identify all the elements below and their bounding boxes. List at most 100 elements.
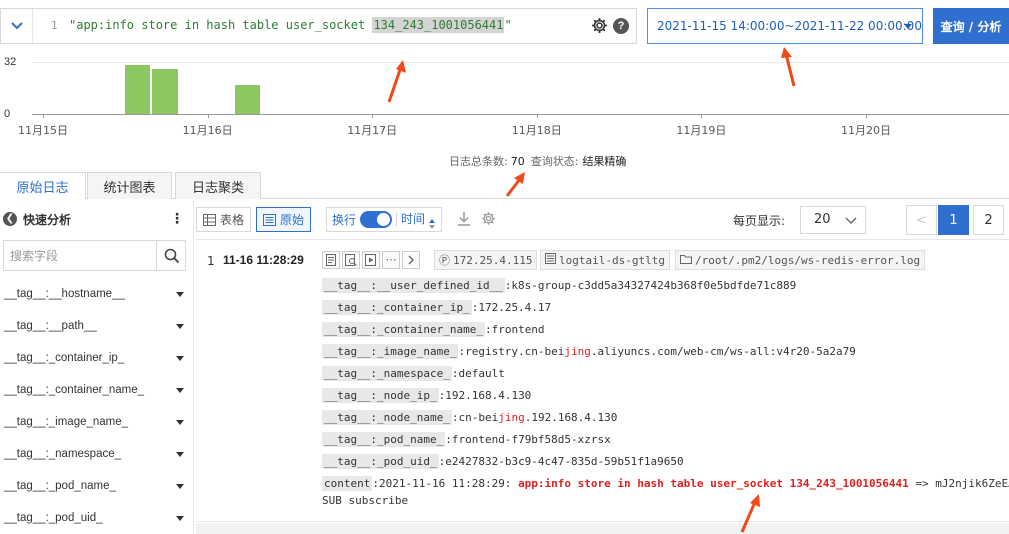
content-key[interactable]: content (322, 476, 373, 491)
field-name: __tag__:__path__ (4, 320, 97, 332)
field-list-item[interactable]: __tag__:_container_name_ (0, 374, 194, 406)
field-name: __tag__:__hostname__ (4, 288, 125, 300)
sort-time-button[interactable]: 时间 (401, 210, 436, 229)
chevron-right-icon[interactable] (402, 251, 420, 269)
time-range-picker[interactable]: 2021-11-15 14:00:00~2021-11-22 00:00:00 (647, 8, 923, 44)
field-key[interactable]: __tag__:_image_name_ (322, 344, 459, 359)
value-part: :registry.cn-bei (458, 345, 565, 358)
value-highlight: jing (564, 345, 591, 358)
expand-editor-button[interactable] (1, 9, 33, 43)
value-highlight: jing (498, 411, 525, 424)
caret-down-icon[interactable] (176, 388, 184, 393)
field-value[interactable]: :e2427832-b3c9-4c47-835d-59b51f1a9650 (439, 455, 684, 468)
x-tick-mark (701, 114, 703, 118)
context-search-icon[interactable] (342, 251, 360, 269)
log-histogram[interactable]: 32 0 11月15日 11月16日 11月17日 11月18日 11月19日 11月20… (0, 52, 1009, 142)
horizontal-scrollbar[interactable] (196, 523, 1009, 534)
caret-down-icon[interactable] (176, 420, 184, 425)
field-key[interactable]: __tag__:__user_defined_id__ (322, 278, 505, 293)
file-path-chip[interactable]: /root/.pm2/logs/ws-redis-error.log (675, 250, 926, 270)
more-options-icon[interactable]: ⋮ (170, 211, 184, 227)
wrap-toggle[interactable] (360, 211, 393, 228)
content-value[interactable]: :2021-11-16 11:28:29: app:info store in … (372, 477, 1009, 490)
x-tick-label: 11月15日 (18, 124, 68, 137)
table-view-button[interactable]: 表格 (196, 207, 252, 232)
field-search-button[interactable] (156, 241, 186, 270)
field-value[interactable]: :cn-beijing.192.168.4.130 (452, 411, 618, 424)
log-field-row: __tag__:_namespace_:default (322, 364, 505, 383)
field-key[interactable]: __tag__:_namespace_ (322, 366, 452, 381)
field-search-input[interactable] (4, 241, 156, 270)
log-field-row: __tag__:_container_ip_:172.25.4.17 (322, 298, 551, 317)
raw-view-button[interactable]: 原始 (256, 207, 312, 232)
annotation-arrow-icon (781, 47, 796, 87)
field-key[interactable]: __tag__:_node_name_ (322, 410, 452, 425)
table-icon (203, 213, 216, 226)
query-text[interactable]: "app:info store in hash table user_socke… (69, 17, 512, 33)
field-key[interactable]: __tag__:_container_name_ (322, 322, 485, 337)
field-key[interactable]: __tag__:_pod_name_ (322, 432, 446, 447)
field-list-item[interactable]: __tag__:__path__ (0, 310, 194, 342)
sort-time-label: 时间 (401, 212, 426, 226)
field-list-item[interactable]: __tag__:__hostname__ (0, 278, 194, 310)
page-size-select[interactable]: 20 (800, 206, 866, 234)
time-range-text: 2021-11-15 14:00:00~2021-11-22 00:00:00 (657, 19, 922, 33)
collapse-left-icon[interactable]: ❮ (3, 212, 17, 226)
caret-down-icon[interactable] (176, 516, 184, 521)
tab-raw-logs[interactable]: 原始日志 (0, 172, 86, 200)
field-list-item[interactable]: __tag__:_image_name_ (0, 406, 194, 438)
caret-down-icon[interactable] (176, 452, 184, 457)
download-icon[interactable] (457, 211, 471, 226)
tab-charts[interactable]: 统计图表 (87, 172, 172, 199)
log-field-row: __tag__:_node_name_:cn-beijing.192.168.4… (322, 408, 617, 427)
field-value[interactable]: :default (452, 367, 505, 380)
search-analyze-button[interactable]: 查询 / 分析 (933, 8, 1009, 44)
grid-line (32, 62, 1009, 63)
field-value[interactable]: :172.25.4.17 (472, 301, 551, 314)
field-key[interactable]: __tag__:_pod_uid_ (322, 454, 439, 469)
field-key[interactable]: __tag__:_container_ip_ (322, 300, 472, 315)
field-value[interactable]: :192.168.4.130 (439, 389, 532, 402)
caret-down-icon[interactable] (176, 324, 184, 329)
page-2-button[interactable]: 2 (973, 205, 1004, 235)
help-icon[interactable]: ? (613, 18, 629, 34)
query-editor[interactable]: 1 "app:info store in hash table user_soc… (0, 8, 637, 44)
field-list-item[interactable]: __tag__:_namespace_ (0, 438, 194, 470)
source-ip-chip[interactable]: Ⓟ 172.25.4.115 (434, 250, 538, 270)
field-value[interactable]: :frontend (485, 323, 545, 336)
livetail-icon[interactable] (362, 251, 380, 269)
field-name: __tag__:_image_name_ (4, 416, 129, 428)
x-tick-label: 11月17日 (347, 124, 398, 137)
caret-down-icon[interactable] (176, 484, 184, 489)
field-value[interactable]: :registry.cn-beijing.aliyuncs.com/web-cm… (458, 345, 855, 358)
log-time: 11-16 11:28:29 (223, 253, 304, 267)
field-key[interactable]: __tag__:_node_ip_ (322, 388, 439, 403)
field-value[interactable]: :frontend-f79bf58d5-xzrsx (445, 433, 611, 446)
copy-icon[interactable] (322, 251, 340, 269)
log-field-row: __tag__:_container_name_:frontend (322, 320, 545, 339)
tab-log-clustering[interactable]: 日志聚类 (175, 172, 261, 199)
caret-down-icon[interactable] (176, 356, 184, 361)
settings-icon[interactable] (481, 211, 496, 226)
more-icon[interactable]: ⋯ (382, 251, 400, 269)
query-status-value: 结果精确 (582, 155, 627, 168)
content-part: => mJ2njik6ZeEA (908, 477, 1009, 490)
query-highlight: 134_243_1001056441 (372, 17, 505, 33)
hostname-chip[interactable]: logtail-ds-gtltg (540, 250, 670, 270)
field-list-item[interactable]: __tag__:_container_ip_ (0, 342, 194, 374)
x-tick-mark (207, 114, 209, 118)
histogram-bar[interactable] (125, 65, 151, 114)
x-tick-mark (372, 114, 374, 118)
gear-icon[interactable] (591, 17, 608, 34)
field-list-item[interactable]: __tag__:_pod_name_ (0, 470, 194, 502)
prev-page-button[interactable]: < (906, 205, 937, 235)
x-tick-label: 11月16日 (182, 124, 233, 137)
histogram-bar[interactable] (152, 68, 178, 114)
annotation-arrow-icon (505, 172, 525, 197)
field-value[interactable]: :k8s-group-c3dd5a34327424b368f0e5bdfde71… (505, 279, 796, 292)
field-name: __tag__:_container_name_ (4, 384, 145, 396)
page-1-button[interactable]: 1 (938, 205, 969, 235)
field-list-item[interactable]: __tag__:_pod_uid_ (0, 502, 194, 534)
caret-down-icon[interactable] (176, 292, 184, 297)
histogram-bar[interactable] (234, 84, 261, 114)
